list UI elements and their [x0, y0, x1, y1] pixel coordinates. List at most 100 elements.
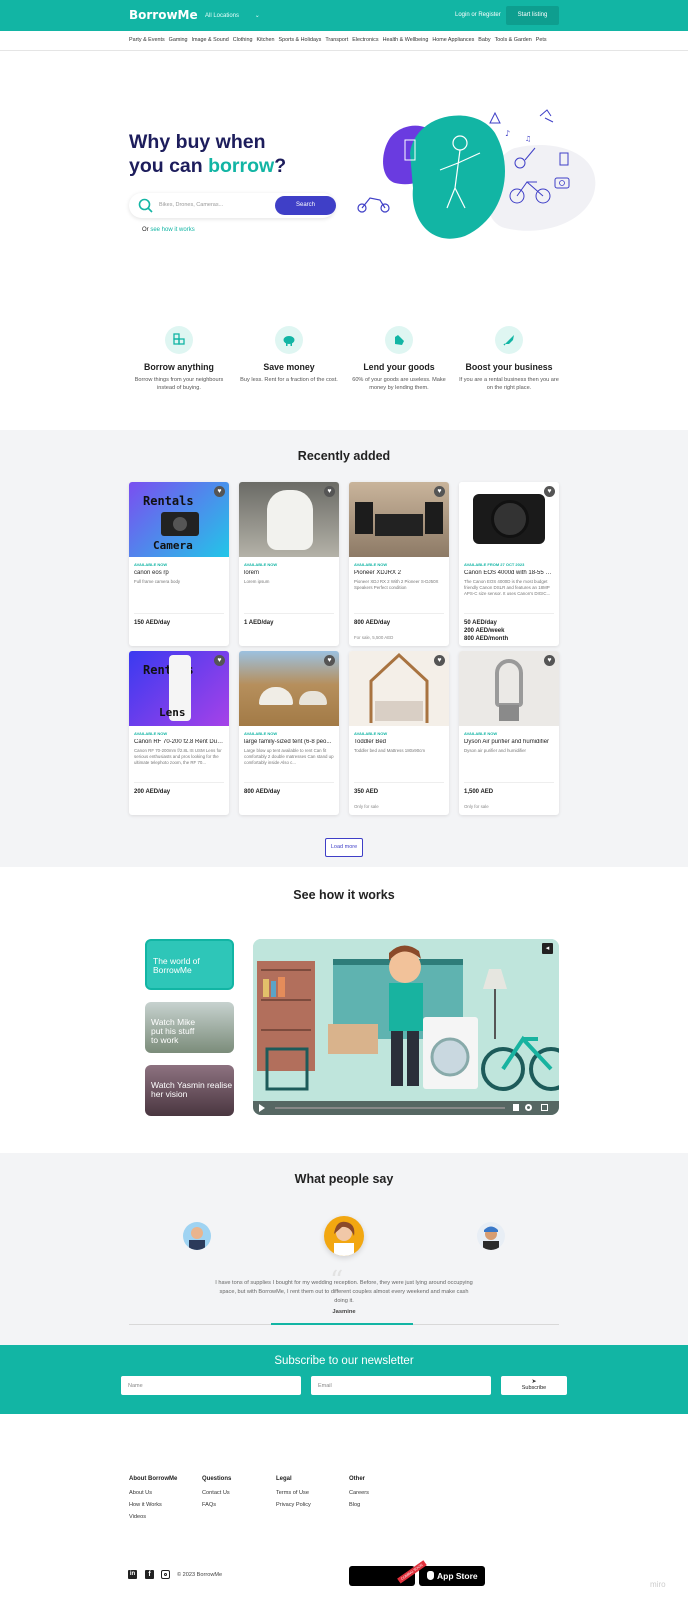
footer-link[interactable]: Terms of Use — [276, 1490, 311, 1496]
listing-image: ♥ — [459, 651, 559, 726]
footer-link[interactable]: How it Works — [129, 1502, 177, 1508]
footer-link[interactable]: Blog — [349, 1502, 369, 1508]
category-link[interactable]: Tools & Garden — [495, 37, 532, 47]
listing-image: ♥ — [459, 482, 559, 557]
category-link[interactable]: Transport — [325, 37, 348, 47]
footer-link[interactable]: Contact Us — [202, 1490, 231, 1496]
video-thumbnail[interactable]: Watch Yasmin realise her vision — [145, 1065, 234, 1116]
heart-icon[interactable]: ♥ — [324, 655, 335, 666]
facebook-icon[interactable]: f — [145, 1570, 154, 1579]
heart-icon[interactable]: ♥ — [544, 655, 555, 666]
category-link[interactable]: Image & Sound — [192, 37, 229, 47]
footer-link[interactable]: Careers — [349, 1490, 369, 1496]
category-link[interactable]: Sports & Holidays — [278, 37, 321, 47]
subscribe-button[interactable]: ➤ Subscribe — [501, 1376, 567, 1395]
location-select[interactable]: All Locations ⌄ — [205, 12, 260, 19]
heart-icon[interactable]: ♥ — [434, 486, 445, 497]
hero-illustration: ♪ ♫ — [357, 109, 596, 239]
category-link[interactable]: Home Appliances — [432, 37, 474, 47]
listing-card[interactable]: ♥ AVAILABLE NOW Toddler Bed Toddler bed … — [349, 651, 449, 815]
apple-icon — [427, 1571, 434, 1580]
load-more-button[interactable]: Load more — [325, 838, 363, 857]
app-store-label: App Store — [437, 1571, 478, 1581]
start-listing-button[interactable]: Start listing — [506, 6, 559, 25]
category-link[interactable]: Kitchen — [257, 37, 275, 47]
price-day: 150 AED/day — [134, 620, 171, 626]
progress-bar[interactable] — [275, 1107, 505, 1109]
category-link[interactable]: Electronics — [352, 37, 378, 47]
login-register-link[interactable]: Login or Register — [455, 12, 501, 18]
video-player[interactable]: ◂ — [253, 939, 559, 1115]
avatar-active[interactable] — [324, 1216, 364, 1256]
recent-section — [0, 430, 688, 867]
linkedin-icon[interactable]: in — [128, 1570, 137, 1579]
listing-price: 1,500 AED — [464, 788, 493, 796]
name-field[interactable]: Name — [121, 1376, 301, 1395]
fullscreen-icon[interactable] — [541, 1104, 548, 1111]
see-how-it-works-link[interactable]: see how it works — [150, 227, 194, 233]
hero-title: Why buy when you can borrow? — [129, 130, 286, 178]
category-link[interactable]: Baby — [478, 37, 490, 47]
listing-card[interactable]: ♥ AVAILABLE NOW Dyson Air purifier and h… — [459, 651, 559, 815]
piggy-bank-icon — [275, 326, 303, 354]
listing-desc: Pioneer XDJ RX 2 With 2 Pioneer S-DJ50X … — [354, 579, 439, 590]
listing-card[interactable]: ♥ AVAILABLE NOW Pioneer XDJRX 2 Pioneer … — [349, 482, 449, 646]
category-nav: Party & Events Gaming Image & Sound Clot… — [129, 37, 551, 47]
hero-title-prefix: you can — [129, 155, 209, 177]
divider — [0, 50, 688, 51]
heart-icon[interactable]: ♥ — [214, 486, 225, 497]
email-field[interactable]: Email — [311, 1376, 491, 1395]
heart-icon[interactable]: ♥ — [324, 486, 335, 497]
hero-title-line1: Why buy when — [129, 131, 266, 153]
play-icon[interactable] — [259, 1104, 265, 1112]
listing-card[interactable]: ♥ AVAILABLE NOW lorem Lorem ipsum 1 AED/… — [239, 482, 339, 646]
listing-card[interactable]: ♥ AVAILABLE FROM 27 OCT 2023 Canon EOS 4… — [459, 482, 559, 646]
price-week: 200 AED/week — [464, 628, 505, 634]
listing-card[interactable]: Rentals Camera ♥ AVAILABLE NOW canon eos… — [129, 482, 229, 646]
footer-link[interactable]: Videos — [129, 1514, 177, 1520]
testimonial-progress-active — [271, 1323, 413, 1325]
listing-name: Canon EOS 4000d with 18-55 m... — [464, 570, 554, 576]
rocket-icon — [495, 326, 523, 354]
heart-icon[interactable]: ♥ — [434, 655, 445, 666]
listing-sale-note: Only for sale — [464, 804, 489, 809]
image-caption: Camera — [153, 539, 193, 552]
listing-name: large family-sized tent (6-8 peo... — [244, 739, 332, 745]
listing-card[interactable]: Rentals Lens ♥ AVAILABLE NOW Canon RF 70… — [129, 651, 229, 815]
listing-card[interactable]: ♥ AVAILABLE NOW large family-sized tent … — [239, 651, 339, 815]
category-link[interactable]: Health & Wellbeing — [383, 37, 429, 47]
heart-icon[interactable]: ♥ — [544, 486, 555, 497]
footer-link[interactable]: About Us — [129, 1490, 177, 1496]
feature-title: Save money — [263, 362, 315, 372]
category-link[interactable]: Gaming — [169, 37, 188, 47]
search-input[interactable]: Bikes, Drones, Cameras... — [159, 202, 223, 208]
footer-link[interactable]: Privacy Policy — [276, 1502, 311, 1508]
divider — [354, 613, 444, 614]
logo[interactable]: BorrowMe — [129, 8, 198, 22]
avatar[interactable] — [477, 1222, 505, 1250]
video-thumbnail[interactable]: The world of BorrowMe — [145, 939, 234, 990]
listing-desc: Canon RF 70-200mm f/2.8L IS USM Lens for… — [134, 748, 222, 765]
instagram-icon[interactable] — [161, 1570, 170, 1579]
heart-icon[interactable]: ♥ — [214, 655, 225, 666]
category-link[interactable]: Pets — [536, 37, 547, 47]
video-thumbnail[interactable]: Watch Mike put his stuff to work — [145, 1002, 234, 1053]
share-icon[interactable]: ◂ — [542, 943, 553, 954]
price-total: 350 AED — [354, 789, 379, 795]
avatar[interactable] — [183, 1222, 211, 1250]
hero-title-line2: you can borrow? — [129, 154, 286, 178]
divider — [134, 613, 224, 614]
video-title: Watch Yasmin realise her vision — [151, 1080, 233, 1099]
footer-col-legal: Legal Terms of Use Privacy Policy — [276, 1476, 311, 1514]
volume-icon[interactable] — [513, 1104, 519, 1111]
category-link[interactable]: Clothing — [233, 37, 253, 47]
search-icon — [138, 198, 153, 213]
search-button[interactable]: Search — [275, 196, 336, 215]
image-caption: Lens — [159, 706, 186, 719]
footer-col-about: About BorrowMe About Us How it Works Vid… — [129, 1476, 177, 1526]
settings-icon[interactable] — [525, 1104, 532, 1111]
category-link[interactable]: Party & Events — [129, 37, 165, 47]
app-store-badge[interactable]: App Store — [419, 1566, 485, 1586]
footer-link[interactable]: FAQs — [202, 1502, 231, 1508]
video-controls — [253, 1101, 559, 1115]
